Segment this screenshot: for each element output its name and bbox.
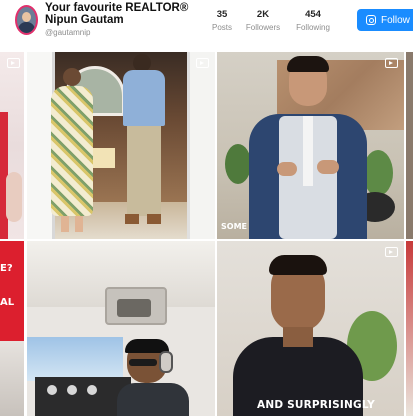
post-tile-right-1[interactable] — [406, 52, 413, 239]
post-tile-left-1[interactable] — [0, 52, 24, 239]
profile-name[interactable]: Your favourite REALTOR® Nipun Gautam — [45, 2, 205, 26]
stat-following-count: 454 — [305, 9, 321, 20]
reel-icon — [385, 58, 398, 68]
post-tile-3[interactable] — [27, 241, 215, 416]
tile-caption-left-1: E? — [0, 263, 13, 274]
tile-caption-surprisingly: AND SURPRISINGLY — [257, 399, 375, 411]
stat-posts-count: 35 — [216, 9, 228, 20]
reel-icon — [196, 58, 209, 68]
post-tile-left-2[interactable]: E? AL — [0, 241, 24, 416]
stat-followers-count: 2K — [256, 9, 270, 20]
reel-icon — [385, 247, 398, 257]
stat-following-label: Following — [296, 23, 330, 32]
post-tile-right-2[interactable] — [406, 241, 413, 416]
follow-button[interactable]: Follow — [357, 9, 413, 31]
profile-header: Your favourite REALTOR® Nipun Gautam @ga… — [0, 0, 413, 46]
tile-caption-left-2: AL — [0, 297, 15, 308]
stat-following: 454 Following — [294, 9, 332, 32]
post-tile-1[interactable] — [27, 52, 215, 239]
stat-posts: 35 Posts — [212, 9, 232, 32]
post-tile-2[interactable]: SOME — [217, 52, 404, 239]
stat-followers: 2K Followers — [245, 9, 281, 32]
avatar[interactable] — [15, 5, 38, 35]
stat-posts-label: Posts — [212, 23, 233, 32]
profile-handle: @gautamnip — [45, 28, 91, 37]
follow-button-label: Follow — [381, 14, 410, 26]
tile-caption-some: SOME — [221, 222, 247, 231]
profile-name-block: Your favourite REALTOR® Nipun Gautam @ga… — [45, 2, 205, 37]
stat-followers-label: Followers — [245, 23, 281, 32]
reel-icon — [7, 58, 20, 68]
post-tile-4[interactable]: AND SURPRISINGLY — [217, 241, 404, 416]
instagram-icon — [366, 15, 376, 25]
